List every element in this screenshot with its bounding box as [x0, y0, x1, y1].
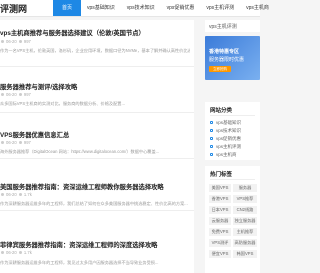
article-views: 997 — [23, 39, 31, 44]
article-item: VPS服务器优惠信息汇总 06-20 997 海外服务器推荐（DigitalOc… — [0, 112, 194, 159]
clock-icon — [1, 251, 4, 255]
article-meta: 06-20 997 — [0, 140, 31, 145]
site-logo[interactable]: 评测网 — [0, 2, 27, 15]
article-excerpt: 海外服务器推荐（DigitalOcean 网站：https://www.digi… — [0, 149, 160, 154]
main-nav: 首页 vps基础知识 vps技术知识 vps促销优惠 vps主机评测 vps主机… — [53, 0, 275, 16]
article-date: 06-20 — [6, 39, 17, 44]
article-title[interactable]: VPS服务器优惠信息汇总 — [0, 130, 69, 139]
tag-link[interactable]: VPS测评 — [209, 239, 231, 247]
category-link[interactable]: vps技术知识 — [210, 128, 241, 134]
clock-icon — [1, 40, 4, 44]
tag-link[interactable]: 云服务器 — [209, 217, 231, 225]
divider — [210, 179, 255, 180]
tag-link[interactable]: CN2线路 — [233, 206, 257, 214]
category-icon — [210, 121, 213, 125]
nav-vps-deals[interactable]: vps促销优惠 — [161, 0, 201, 16]
tags-title: 热门标签 — [210, 172, 233, 178]
article-meta: 06-20 1.7k — [0, 250, 32, 255]
top-navigation-bar: 评测网 首页 vps基础知识 vps技术知识 vps促销优惠 vps主机评测 v… — [0, 0, 269, 17]
tag-link[interactable]: 日本VPS — [209, 206, 231, 214]
nav-vps-tech[interactable]: vps技术知识 — [121, 0, 161, 16]
article-meta: 06-20 1.7k — [0, 192, 32, 197]
nav-vps-basics[interactable]: vps基础知识 — [81, 0, 121, 16]
category-icon — [210, 145, 213, 149]
tag-link[interactable]: VPS推荐 — [233, 195, 257, 203]
article-excerpt: 众多国际VPS主机商的实测对比，服务商的数据分析、价格及配置... — [0, 101, 125, 106]
tag-link[interactable]: 主机推荐 — [233, 228, 257, 236]
category-icon — [210, 129, 213, 133]
article-excerpt: 作为一名VPS主机，伦敦英国，洛杉矶，企业应用环境，数据口径为NVMe，基本了解… — [0, 48, 190, 53]
sidebar-top-text[interactable]: vps主机评测 — [209, 23, 237, 30]
article-title[interactable]: 菲律宾服务器推荐指南：资深运维工程师的深度选择攻略 — [0, 240, 157, 249]
nav-vps-reviews[interactable]: vps主机评测 — [200, 0, 240, 16]
tag-link[interactable]: 美国VPS — [209, 184, 231, 192]
article-views: 997 — [23, 140, 31, 145]
category-link[interactable]: vps主机商 — [210, 152, 237, 158]
article-date: 06-20 — [6, 250, 17, 255]
promo-banner[interactable]: 香港特惠专区 服务器限时优惠 立即抢购 — [205, 36, 260, 80]
category-label: vps技术知识 — [216, 128, 242, 133]
article-item: 菲律宾服务器推荐指南：资深运维工程师的深度选择攻略 06-20 1.7k 作为深… — [0, 210, 194, 273]
tags-panel: 热门标签 美国VPS 服务器 香港VPS VPS推荐 日本VPS CN2线路 云… — [205, 166, 260, 273]
category-icon — [210, 153, 213, 157]
tag-link[interactable]: 免费VPS — [209, 228, 231, 236]
eye-icon — [18, 141, 22, 145]
article-item: vps主机商推荐与服务器选择建议（伦敦/英国节点） 06-20 997 作为一名… — [0, 20, 194, 67]
article-date: 06-20 — [6, 92, 17, 97]
article-views: 997 — [23, 92, 31, 97]
article-date: 06-20 — [6, 192, 17, 197]
article-meta: 06-20 997 — [0, 92, 31, 97]
categories-panel: 网站分类 vps基础知识 vps技术知识 vps促销优惠 vps主机评测 vps… — [205, 102, 260, 160]
article-title[interactable]: vps主机商推荐与服务器选择建议（伦敦/英国节点） — [0, 28, 145, 37]
eye-icon — [18, 251, 22, 255]
tag-link[interactable]: 独立服务器 — [233, 217, 257, 225]
banner-headline: 香港特惠专区 — [209, 49, 240, 55]
banner-cta-button[interactable]: 立即抢购 — [209, 66, 231, 72]
category-link[interactable]: vps基础知识 — [210, 120, 241, 126]
article-excerpt: 作为深耕服务器运维多年的工程师，我见过太多用户因服务器选择不当导致业务受损... — [0, 260, 159, 265]
article-views: 1.7k — [23, 192, 32, 197]
category-link[interactable]: vps促销优惠 — [210, 136, 241, 142]
clock-icon — [1, 93, 4, 97]
article-item: 美国服务器推荐指南：资深运维工程师教你服务器选择攻略 06-20 1.7k 作为… — [0, 158, 194, 211]
clock-icon — [1, 193, 4, 197]
category-icon — [210, 137, 213, 141]
eye-icon — [18, 40, 22, 44]
article-title[interactable]: 服务器推荐与测评/选择攻略 — [0, 82, 77, 91]
banner-subline: 服务器限时优惠 — [209, 57, 245, 63]
article-date: 06-20 — [6, 140, 17, 145]
tag-link[interactable]: 韩国VPS — [233, 250, 257, 258]
sidebar-top-box: vps主机评测 — [205, 20, 260, 32]
tag-link[interactable]: 高防服务器 — [233, 239, 257, 247]
category-label: vps主机商 — [216, 152, 237, 157]
eye-icon — [18, 193, 22, 197]
categories-title: 网站分类 — [210, 108, 233, 114]
tag-link[interactable]: 便宜VPS — [209, 250, 231, 258]
category-label: vps基础知识 — [216, 120, 242, 125]
tag-link[interactable]: 服务器 — [233, 184, 257, 192]
tag-link[interactable]: 香港VPS — [209, 195, 231, 203]
category-label: vps促销优惠 — [216, 136, 242, 141]
category-label: vps主机评测 — [216, 144, 242, 149]
category-link[interactable]: vps主机评测 — [210, 144, 241, 150]
eye-icon — [18, 93, 22, 97]
article-title[interactable]: 美国服务器推荐指南：资深运维工程师教你服务器选择攻略 — [0, 182, 164, 191]
divider — [210, 115, 255, 116]
article-meta: 06-20 997 — [0, 39, 31, 44]
article-list: vps主机商推荐与服务器选择建议（伦敦/英国节点） 06-20 997 作为一名… — [0, 20, 194, 273]
nav-home[interactable]: 首页 — [53, 0, 82, 16]
nav-vps-hosts[interactable]: vps主机商 — [240, 0, 275, 16]
article-item: 服务器推荐与测评/选择攻略 06-20 997 众多国际VPS主机商的实测对比，… — [0, 66, 194, 113]
article-views: 1.7k — [23, 250, 32, 255]
clock-icon — [1, 141, 4, 145]
article-excerpt: 作为深耕服务器运维多年的工程师，我们总结了如何在众多美国服务器中挑选稳定、性价比… — [0, 201, 188, 206]
